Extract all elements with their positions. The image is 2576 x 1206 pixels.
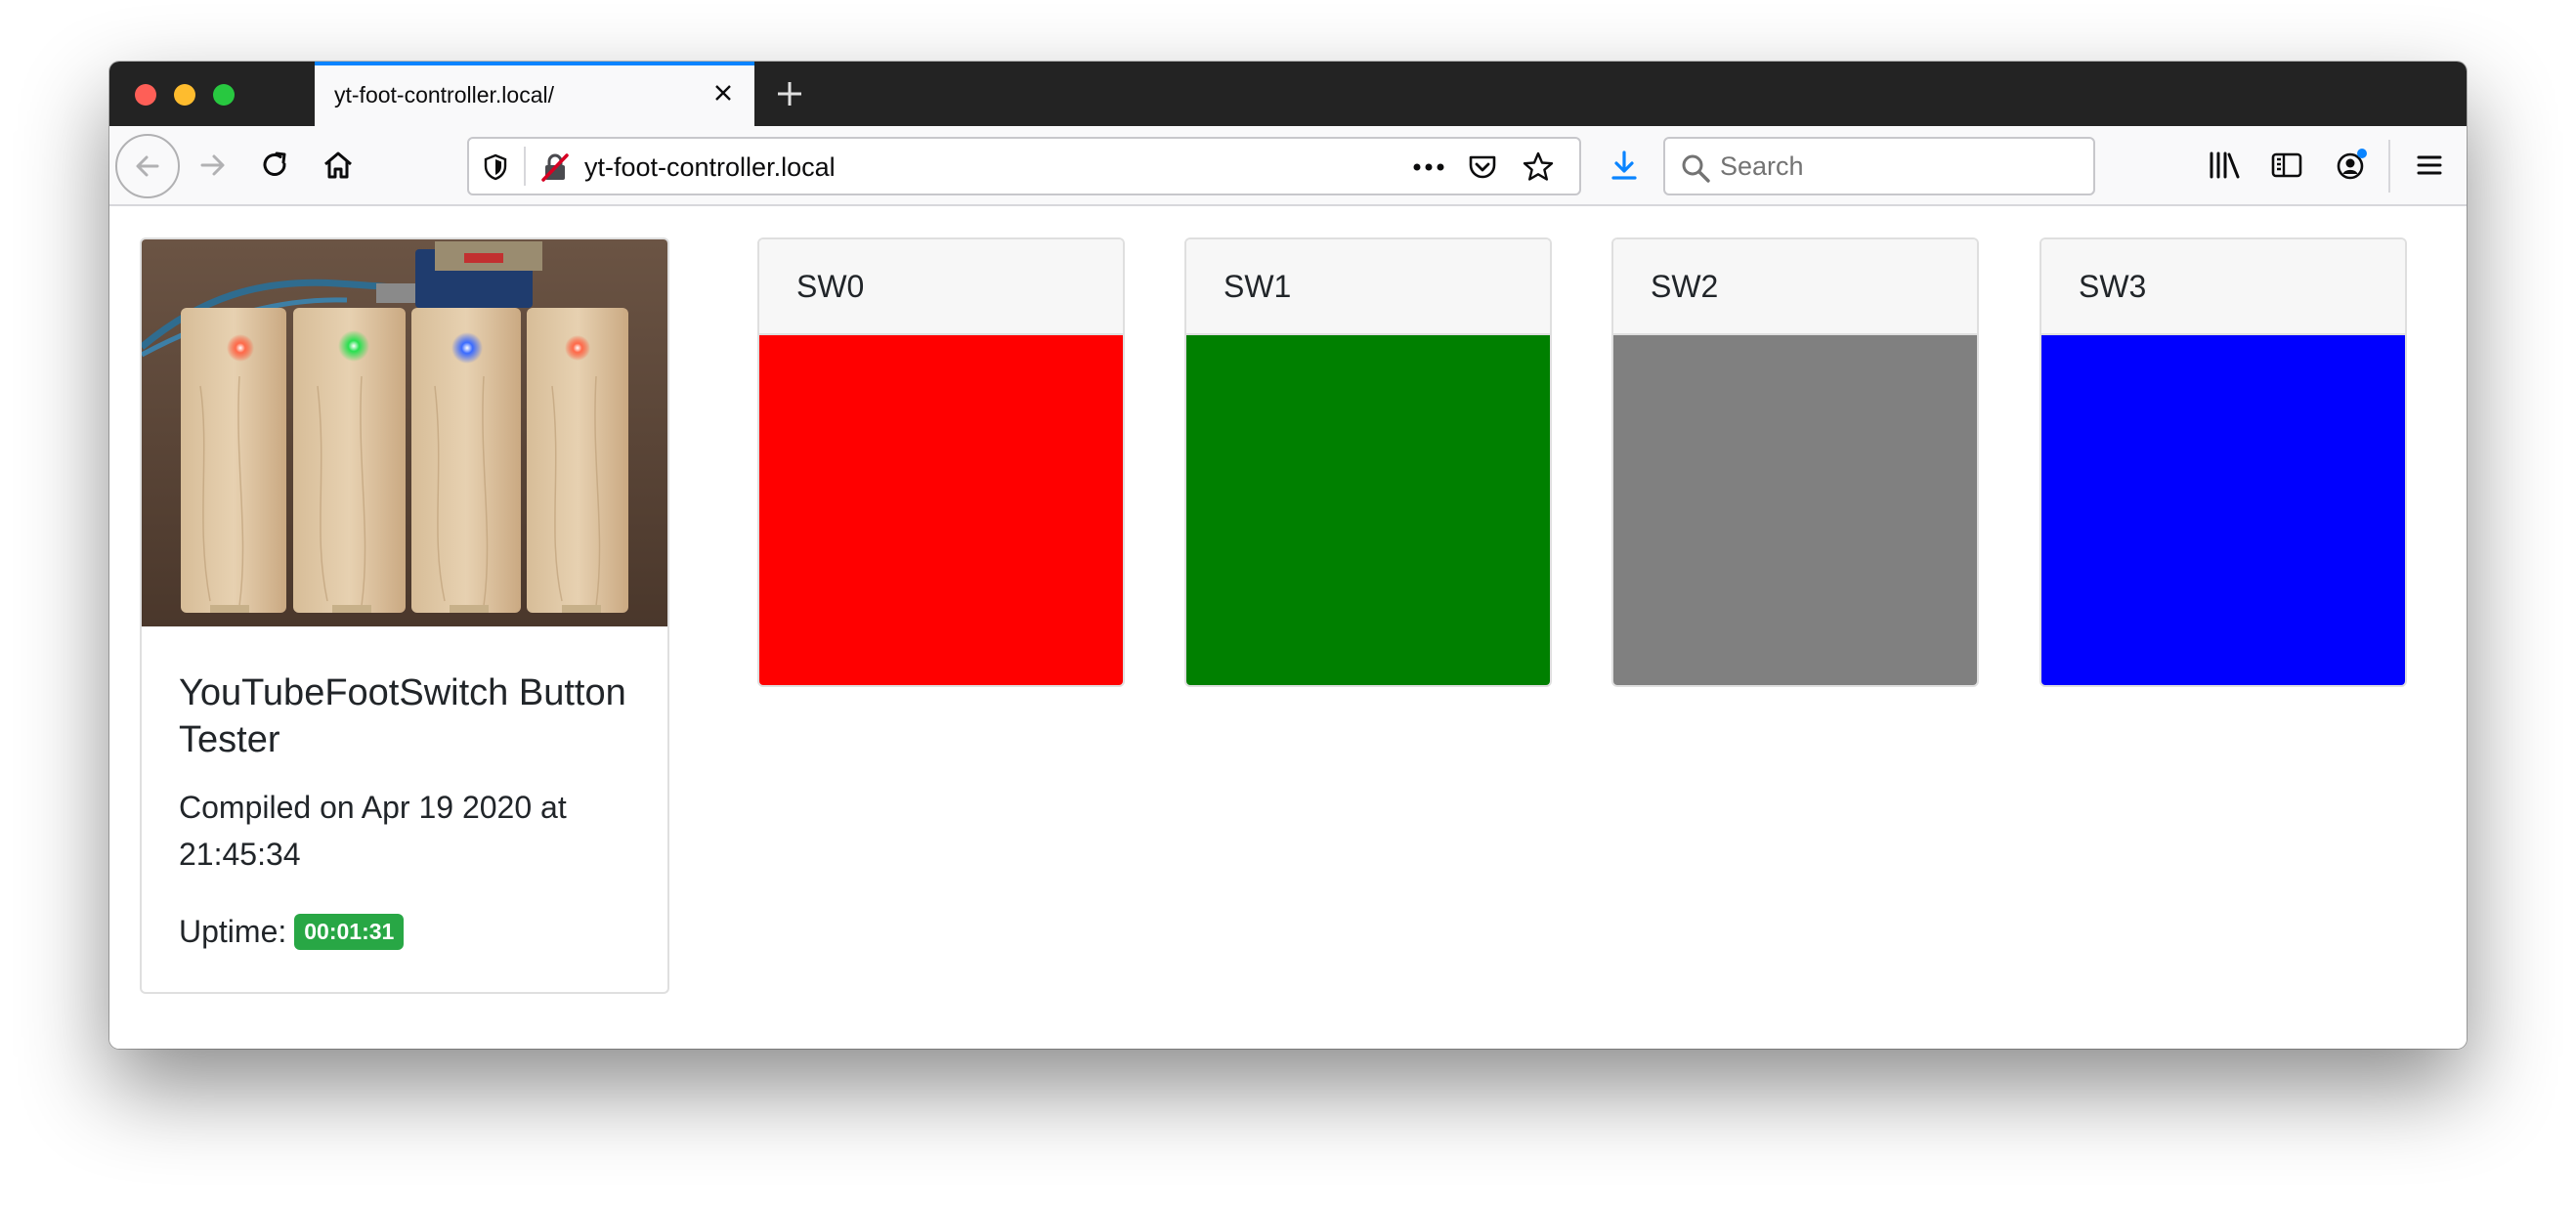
switch-indicator bbox=[1613, 335, 1977, 685]
menu-button[interactable] bbox=[2408, 144, 2451, 187]
browser-window: yt-foot-controller.local/ yt-foot-contro… bbox=[109, 62, 2467, 1049]
back-button[interactable] bbox=[115, 134, 180, 198]
forward-arrow-icon bbox=[200, 154, 225, 176]
tab-strip: yt-foot-controller.local/ bbox=[109, 62, 2467, 126]
sidebar-button[interactable] bbox=[2265, 144, 2308, 187]
more-actions-icon[interactable] bbox=[1411, 153, 1446, 181]
switch-card-1: SW1 bbox=[1184, 237, 1552, 687]
info-card: YouTubeFootSwitch Button Tester Compiled… bbox=[140, 237, 669, 994]
switch-label: SW1 bbox=[1186, 239, 1550, 335]
toolbar-separator bbox=[2388, 140, 2390, 193]
close-tab-icon[interactable] bbox=[709, 79, 737, 107]
downloads-button[interactable] bbox=[1603, 144, 1646, 187]
account-button[interactable] bbox=[2330, 144, 2373, 187]
url-bar[interactable]: yt-foot-controller.local bbox=[467, 137, 1581, 195]
nav-toolbar: yt-foot-controller.local bbox=[109, 126, 2467, 206]
home-button[interactable] bbox=[317, 144, 360, 187]
tab-title: yt-foot-controller.local/ bbox=[334, 82, 554, 108]
compiled-text: Compiled on Apr 19 2020 at 21:45:34 bbox=[179, 790, 567, 872]
hamburger-menu-icon bbox=[2417, 155, 2442, 175]
search-bar[interactable] bbox=[1663, 137, 2095, 195]
switch-label: SW3 bbox=[2041, 239, 2405, 335]
star-icon[interactable] bbox=[1521, 150, 1556, 185]
switch-label: SW0 bbox=[759, 239, 1123, 335]
download-icon bbox=[1611, 151, 1637, 180]
insecure-lock-icon[interactable] bbox=[539, 151, 571, 183]
library-icon bbox=[2210, 151, 2240, 179]
reload-icon bbox=[263, 151, 286, 176]
card-title: YouTubeFootSwitch Button Tester bbox=[179, 672, 626, 760]
search-input[interactable] bbox=[1720, 148, 2082, 185]
home-icon bbox=[324, 151, 352, 179]
pocket-icon[interactable] bbox=[1466, 151, 1499, 184]
foot-switch-photo bbox=[142, 239, 667, 626]
account-icon bbox=[2337, 149, 2367, 180]
switch-card-0: SW0 bbox=[757, 237, 1125, 687]
plus-icon[interactable] bbox=[772, 76, 807, 111]
library-button[interactable] bbox=[2203, 144, 2246, 187]
sidebar-icon bbox=[2271, 152, 2302, 178]
uptime-badge: 00:01:31 bbox=[294, 914, 405, 950]
switch-card-3: SW3 bbox=[2039, 237, 2407, 687]
window-minimize-button[interactable] bbox=[174, 84, 195, 106]
switch-indicator bbox=[2041, 335, 2405, 685]
switch-indicator bbox=[759, 335, 1123, 685]
window-close-button[interactable] bbox=[135, 84, 156, 106]
forward-button[interactable] bbox=[192, 144, 235, 187]
switch-card-2: SW2 bbox=[1611, 237, 1979, 687]
page-content: YouTubeFootSwitch Button Tester Compiled… bbox=[109, 206, 2467, 1049]
url-text[interactable]: yt-foot-controller.local bbox=[584, 152, 836, 183]
uptime-row: Uptime: 00:01:31 bbox=[179, 914, 405, 950]
back-arrow-icon bbox=[136, 155, 159, 177]
shield-icon[interactable] bbox=[481, 152, 510, 182]
window-maximize-button[interactable] bbox=[213, 84, 235, 106]
switch-indicator bbox=[1186, 335, 1550, 685]
tab-active[interactable]: yt-foot-controller.local/ bbox=[315, 62, 754, 126]
reload-button[interactable] bbox=[254, 144, 297, 187]
switch-label: SW2 bbox=[1613, 239, 1977, 335]
search-icon bbox=[1682, 154, 1710, 183]
uptime-label: Uptime: bbox=[179, 914, 287, 949]
